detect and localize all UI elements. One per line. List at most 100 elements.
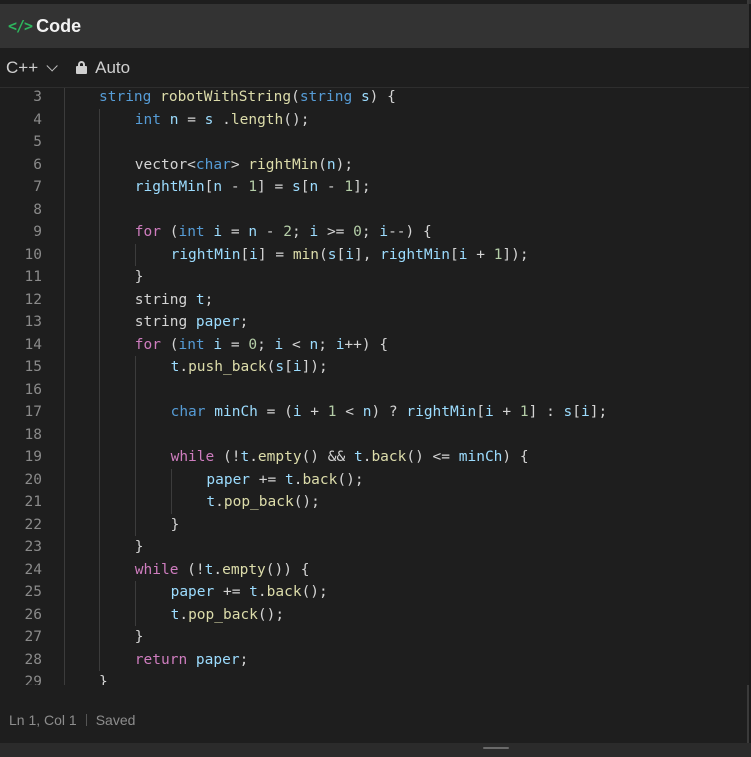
code-token: 1 (248, 179, 258, 195)
code-token: 0 (248, 336, 258, 353)
code-token: ; (204, 291, 214, 308)
line-number: 18 (24, 426, 42, 443)
code-token: ) { (369, 89, 396, 105)
code-line: 22} (0, 514, 749, 537)
indent-guide (99, 108, 100, 671)
code-token: ]; (353, 179, 371, 195)
language-select[interactable]: C++ (6, 57, 58, 78)
code-text: for (int i = n - 2; i >= 0; i--) { (135, 221, 432, 244)
code-token: ; (239, 314, 249, 330)
code-token: . (215, 494, 224, 510)
language-label: C++ (6, 57, 39, 77)
code-line: 17 char minCh = (i + 1 < n) ? rightMin[i … (0, 401, 749, 424)
code-token: n (309, 336, 319, 353)
code-token: i (309, 224, 319, 240)
code-token: t (240, 449, 250, 465)
line-number: 11 (24, 269, 42, 285)
line-number: 14 (24, 336, 42, 353)
code-text: rightMin[n - 1] = s[n - 1]; (135, 176, 371, 199)
code-line: 18 (0, 424, 749, 447)
code-line: 15 t.push_back(s[i]); (0, 356, 749, 379)
code-text: } (171, 514, 180, 537)
code-token: ; (361, 224, 380, 240)
line-number: 13 (24, 314, 42, 330)
code-token: - (222, 179, 249, 195)
code-token: back (371, 449, 407, 465)
code-text: t.pop_back(); (206, 491, 320, 514)
code-text: t.pop_back(); (171, 604, 285, 627)
code-line: 27} (0, 626, 749, 649)
code-token: ] = (257, 179, 292, 195)
code-token: ( (319, 246, 328, 263)
code-token: [ (336, 246, 346, 263)
code-token: . (179, 606, 189, 623)
code-token: ]); (502, 246, 529, 263)
code-token: ( (161, 224, 179, 240)
indent-guide (64, 88, 65, 685)
code-token: back (302, 471, 338, 488)
code-token: t (195, 291, 205, 308)
code-token: for (134, 336, 161, 353)
resize-grip-icon[interactable] (483, 747, 509, 749)
code-token: i (274, 336, 284, 353)
line-number: 3 (33, 89, 42, 105)
line-number: 5 (33, 134, 42, 150)
code-text: paper += t.back(); (171, 581, 328, 604)
code-line: 29} (0, 671, 749, 685)
code-line: 12 string t; (0, 289, 749, 312)
code-token: n (326, 156, 336, 173)
code-token: s (291, 179, 301, 195)
code-token: (); (301, 584, 328, 600)
code-token: pop_back (188, 606, 258, 623)
code-token: ; (318, 336, 336, 353)
indent-guide (135, 243, 136, 266)
auto-mode-indicator[interactable]: Auto (76, 58, 130, 78)
code-token: (! (178, 561, 205, 578)
line-number: 23 (24, 539, 42, 555)
code-text: return paper; (135, 649, 249, 672)
line-number: 19 (24, 449, 42, 465)
code-line: 6 vector<char> rightMin(n); (0, 154, 749, 177)
code-token: ++) { (344, 336, 389, 353)
panel-resize-bar[interactable] (0, 743, 751, 757)
code-token: int (134, 111, 161, 128)
code-token: pop_back (223, 494, 294, 510)
code-token: ( (318, 156, 327, 173)
code-token: + (301, 404, 328, 420)
code-token: paper (195, 314, 240, 330)
code-line: 11} (0, 266, 749, 289)
code-editor[interactable]: 3 string robotWithString(string s) {4 int … (0, 88, 749, 685)
code-token: = (222, 224, 249, 240)
code-token: rightMin (380, 246, 451, 263)
code-token: push_back (188, 359, 267, 375)
code-token: >= (318, 224, 354, 240)
code-token: . (213, 561, 223, 578)
code-token: back (266, 584, 302, 600)
line-number: 9 (33, 224, 42, 240)
code-text: while (!t.empty()) { (135, 559, 310, 582)
code-token: while (134, 561, 179, 578)
code-token: string (134, 291, 196, 308)
code-token: ) ? (371, 404, 407, 420)
code-token: string (299, 89, 353, 105)
code-line: 25 paper += t.back(); (0, 581, 749, 604)
code-token: rightMin (170, 246, 241, 263)
code-text: while (!t.empty() && t.back() <= minCh) … (171, 446, 529, 469)
code-token: ( (291, 89, 300, 105)
code-token: = (222, 336, 249, 353)
code-token: return (134, 651, 188, 668)
status-bar: Ln 1, Col 1 Saved (0, 704, 749, 736)
code-token: s (563, 404, 573, 420)
code-token: t (353, 449, 363, 465)
code-line: 5 (0, 131, 749, 154)
code-token: += (250, 471, 285, 488)
code-token: . (249, 449, 258, 465)
code-token: t (284, 471, 294, 488)
code-text: int n = s .length(); (135, 109, 310, 132)
code-line: 21 t.pop_back(); (0, 491, 749, 514)
code-token: = ( (257, 404, 293, 420)
code-token: . (213, 111, 231, 128)
code-text: char minCh = (i + 1 < n) ? rightMin[i + … (171, 401, 608, 424)
